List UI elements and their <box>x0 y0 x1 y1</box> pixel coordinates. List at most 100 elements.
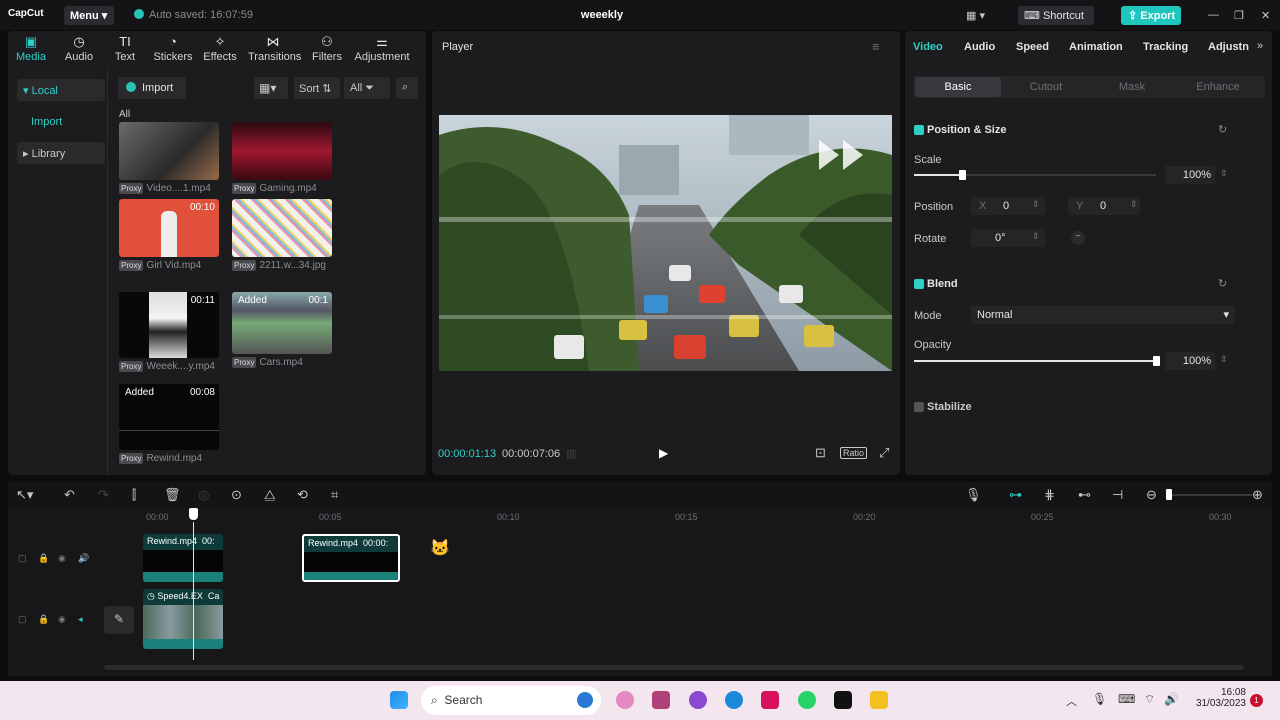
zoom-in-icon[interactable]: ⊕ <box>1252 487 1263 503</box>
shortcut-button[interactable]: ⌨ Shortcut <box>1018 6 1094 25</box>
timeline-clip-selected[interactable]: Rewind.mp4 00:00: <box>302 534 400 582</box>
mirror-icon[interactable]: ⧋ <box>264 487 276 503</box>
edge-icon[interactable] <box>725 691 743 709</box>
delete-icon[interactable]: 🗑 <box>164 487 181 503</box>
speaker-icon[interactable]: ◂ <box>78 614 83 625</box>
capcut-icon[interactable] <box>834 691 852 709</box>
mode-select[interactable]: Normal ▾ <box>971 306 1235 324</box>
sort-button[interactable]: Sort ⇅ <box>294 77 340 99</box>
tab-effects[interactable]: ✧ Effects <box>197 33 243 63</box>
timeline-scrollbar[interactable] <box>104 665 1244 670</box>
export-button[interactable]: ⇪ Export <box>1121 6 1181 25</box>
tab-video[interactable]: Video <box>913 41 943 53</box>
taskbar-search[interactable]: ⌕ Search <box>421 686 601 715</box>
hamburger-icon[interactable]: ≡ <box>872 39 880 54</box>
reset-icon[interactable]: ↻ <box>1218 277 1227 290</box>
whatsapp-icon[interactable] <box>798 691 816 709</box>
opacity-value[interactable]: 100% <box>1165 352 1215 370</box>
crop-icon[interactable]: ⌗ <box>331 487 338 503</box>
tab-adjustment[interactable]: ⚌ Adjustment <box>352 33 412 63</box>
tab-stickers[interactable]: ◔ Stickers <box>150 33 196 63</box>
stabilize-checkbox[interactable] <box>914 402 924 412</box>
snapshot-icon[interactable]: ⊡ <box>815 445 826 461</box>
zoom-slider[interactable] <box>1170 494 1252 496</box>
subtab-basic[interactable]: Basic <box>915 77 1001 97</box>
subtab-enhance[interactable]: Enhance <box>1175 81 1261 93</box>
minimize-icon[interactable]: — <box>1208 9 1219 21</box>
folder-icon[interactable] <box>870 691 888 709</box>
preview-axis-icon[interactable]: ⊣ <box>1112 487 1123 503</box>
timeline-clip[interactable]: ◷ Speed4.EX Ca <box>143 589 223 649</box>
tab-audio-props[interactable]: Audio <box>964 41 995 53</box>
windows-start-icon[interactable] <box>390 691 408 709</box>
view-toggle-button[interactable]: ▦▾ <box>254 77 288 99</box>
media-item[interactable]: Proxy 2211.w...34.jpg <box>232 199 332 271</box>
rotate-dial-icon[interactable]: – <box>1071 231 1085 245</box>
sidebar-item-import[interactable]: Import <box>17 111 105 133</box>
more-tabs-icon[interactable]: » <box>1257 40 1263 52</box>
tab-speed[interactable]: Speed <box>1016 41 1049 53</box>
speaker-icon[interactable]: 🔊 <box>78 553 89 564</box>
link-icon[interactable]: ⊷ <box>1078 487 1091 503</box>
filter-button[interactable]: All ⏷ <box>344 77 390 99</box>
stepper-icon[interactable]: ⇳ <box>1032 199 1040 210</box>
eye-icon[interactable]: ◉ <box>58 553 66 564</box>
tab-filters[interactable]: ⚇ Filters <box>304 33 350 63</box>
layout-icon[interactable]: ▦ ▾ <box>966 9 985 22</box>
subtab-mask[interactable]: Mask <box>1089 81 1175 93</box>
edit-cover-button[interactable]: ✎ <box>104 606 134 634</box>
keyboard-icon[interactable]: ⌨ <box>1118 692 1135 706</box>
eye-icon[interactable]: ◉ <box>58 614 66 625</box>
lock-icon[interactable]: 🔒 <box>38 614 49 625</box>
microphone-icon[interactable]: 🎙 <box>965 487 982 503</box>
play-icon[interactable]: ▶ <box>659 446 668 460</box>
track-cover-icon[interactable]: ▢ <box>18 614 27 625</box>
reverse-icon[interactable]: ⊙ <box>231 487 242 503</box>
stepper-icon[interactable]: ⇳ <box>1220 354 1228 365</box>
sidebar-item-local[interactable]: ▾ Local <box>17 79 105 101</box>
tab-transitions[interactable]: ⋈ Transitions <box>248 33 301 63</box>
scale-slider-track[interactable] <box>914 174 1156 176</box>
stepper-icon[interactable]: ⇳ <box>1130 199 1138 210</box>
chevron-up-icon[interactable]: ︿ <box>1066 693 1077 709</box>
select-tool-icon[interactable]: ↖▾ <box>16 487 33 503</box>
zoom-out-icon[interactable]: ⊖ <box>1146 487 1157 503</box>
app-icon[interactable] <box>652 691 670 709</box>
import-button[interactable]: Import <box>118 77 186 99</box>
subtab-cutout[interactable]: Cutout <box>1003 81 1089 93</box>
split-icon[interactable]: ⫿ <box>132 487 136 503</box>
fullscreen-icon[interactable]: ⤢ <box>879 445 889 461</box>
menu-button[interactable]: Menu ▾ <box>64 6 114 25</box>
tab-text[interactable]: TI Text <box>102 33 148 63</box>
position-size-checkbox[interactable] <box>914 125 924 135</box>
freeze-icon[interactable]: ◎ <box>198 487 209 503</box>
redo-icon[interactable]: ↷ <box>98 487 109 503</box>
tab-tracking[interactable]: Tracking <box>1143 41 1188 53</box>
media-item[interactable]: Proxy Video....1.mp4 <box>119 122 219 194</box>
tab-media[interactable]: ▣ Media <box>8 33 54 63</box>
tiktok-icon[interactable] <box>761 691 779 709</box>
media-item[interactable]: 00:10 Proxy Girl Vid.mp4 <box>119 199 219 271</box>
tab-adjustment-props[interactable]: Adjustn <box>1208 41 1249 53</box>
notification-badge[interactable]: 1 <box>1250 694 1263 707</box>
playhead-handle[interactable] <box>189 508 198 520</box>
reset-icon[interactable]: ↻ <box>1218 123 1227 136</box>
track-cover-icon[interactable]: ▢ <box>18 553 27 564</box>
snap-icon[interactable]: ⊶ <box>1009 487 1022 503</box>
close-icon[interactable]: ✕ <box>1261 9 1270 22</box>
discord-icon[interactable] <box>689 691 707 709</box>
app-icon[interactable] <box>616 691 634 709</box>
wifi-icon[interactable]: ⌔ <box>1144 692 1155 707</box>
blend-checkbox[interactable] <box>914 279 924 289</box>
maximize-icon[interactable]: ❐ <box>1234 9 1244 22</box>
volume-icon[interactable]: 🔊 <box>1164 692 1179 706</box>
media-item[interactable]: Proxy Gaming.mp4 <box>232 122 332 194</box>
scale-slider-handle[interactable] <box>959 170 967 180</box>
ratio-button[interactable]: Ratio <box>840 447 868 459</box>
clock[interactable]: 16:08 31/03/2023 <box>1194 687 1246 709</box>
opacity-slider-track[interactable] <box>914 360 1156 362</box>
lock-icon[interactable]: 🔒 <box>38 553 49 564</box>
microphone-icon[interactable]: 🎙 <box>1092 692 1107 706</box>
undo-icon[interactable]: ↶ <box>64 487 75 503</box>
opacity-slider-handle[interactable] <box>1153 356 1160 366</box>
